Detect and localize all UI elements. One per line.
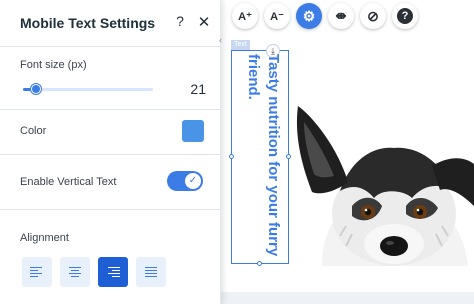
font-size-value[interactable]: 21: [178, 81, 206, 97]
font-size-slider[interactable]: [23, 84, 153, 94]
font-size-label: Font size (px): [20, 59, 87, 71]
collapse-chevron-icon[interactable]: ‹: [219, 35, 227, 47]
floating-toolbar: A⁺ A⁻ ⚙ ⇼ ⊘ ?: [232, 3, 418, 29]
help-button[interactable]: ?: [392, 3, 418, 29]
color-label: Color: [20, 125, 47, 137]
alignment-section: Alignment: [0, 209, 220, 304]
settings-button[interactable]: ⚙: [296, 3, 322, 29]
vertical-text-container: Tasty nutrition for your furry friend.: [234, 52, 286, 262]
panel-title: Mobile Text Settings: [20, 15, 156, 31]
font-increase-icon: A⁺: [238, 10, 252, 23]
eye-slash-icon: ⊘: [367, 7, 379, 24]
font-size-slider-thumb[interactable]: [31, 84, 41, 94]
font-decrease-icon: A⁻: [270, 10, 284, 23]
align-right-button[interactable]: [98, 257, 128, 287]
alignment-label: Alignment: [20, 232, 69, 244]
check-icon: ✓: [185, 173, 201, 189]
panel-header: Mobile Text Settings ? ✕: [0, 0, 220, 47]
dog-image[interactable]: [282, 86, 474, 266]
color-swatch[interactable]: [182, 120, 204, 142]
hide-button[interactable]: ⊘: [360, 3, 386, 29]
vertical-text-section: Enable Vertical Text ✓: [0, 154, 220, 210]
align-center-button[interactable]: [60, 257, 90, 287]
resize-handle-right[interactable]: [286, 154, 291, 159]
help-icon: ?: [397, 8, 413, 24]
justify-button[interactable]: [136, 257, 166, 287]
align-left-button[interactable]: [22, 257, 52, 287]
arrange-button[interactable]: ⇼: [328, 3, 354, 29]
decrease-font-size-button[interactable]: A⁻: [264, 3, 290, 29]
font-size-section: Font size (px) 21: [0, 46, 220, 110]
vertical-text-label: Enable Vertical Text: [20, 176, 117, 188]
gear-icon: ⚙: [302, 7, 316, 24]
help-question-icon[interactable]: ?: [172, 13, 188, 31]
vertical-text-toggle[interactable]: ✓: [167, 171, 203, 191]
color-section: Color: [0, 109, 220, 155]
arrange-arrows-icon: ⇼: [335, 8, 347, 23]
increase-font-size-button[interactable]: A⁺: [232, 3, 258, 29]
mobile-text-settings-panel: Mobile Text Settings ? ✕ ‹ Font size (px…: [0, 0, 222, 304]
vertical-text[interactable]: Tasty nutrition for your furry friend.: [243, 54, 283, 260]
close-icon[interactable]: ✕: [196, 13, 212, 31]
element-type-tag: Text: [231, 40, 250, 50]
